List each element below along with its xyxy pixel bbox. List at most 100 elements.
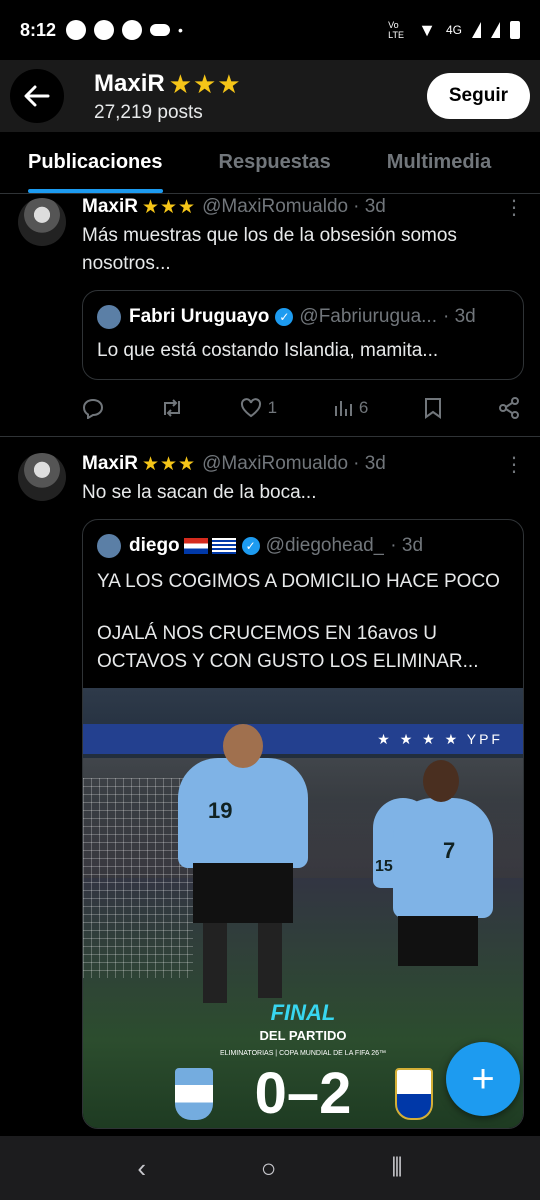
follow-button[interactable]: Seguir [426,73,530,119]
status-time: 8:12 [20,19,57,40]
verified-icon: ✓ [275,308,294,326]
shirt-number: 7 [443,838,456,863]
nav-back-icon[interactable]: ‹ [137,1153,146,1184]
facebook-icon [94,20,115,40]
avatar[interactable] [18,198,66,246]
quote-author-name: diego [129,535,180,556]
post-header: MaxiR ★★★ @MaxiRomualdo · 3d ⋮ [82,194,524,220]
post-header: MaxiR ★★★ @MaxiRomualdo · 3d ⋮ [82,451,524,477]
battery-icon [510,21,520,39]
player-head [423,760,459,802]
player-leg [258,923,282,998]
post[interactable]: MaxiR ★★★ @MaxiRomualdo · 3d ⋮ No se la … [0,437,540,1129]
share-icon [499,397,519,419]
back-button[interactable] [10,69,64,123]
timeline[interactable]: MaxiR ★★★ @MaxiRomualdo · 3d ⋮ Más muest… [0,194,540,1136]
shirt-number: 15 [375,858,393,875]
reply-icon [82,398,104,419]
final-sub-label: DEL PARTIDO [259,1028,347,1043]
post-actions: 1 6 [82,380,524,436]
quote-text: Lo que está costando Islandia, mamita... [97,340,439,361]
repost-icon [163,399,180,417]
nav-home-icon[interactable]: ○ [261,1153,277,1184]
share-button[interactable] [498,397,520,419]
star-icons: ★★★ [141,453,197,475]
quote-time: · 3d [390,535,424,556]
quote-author-handle: @diegohead_ [265,535,385,556]
heart-icon [240,398,261,418]
network-label: 4G [445,23,462,37]
uruguay-flag-icon [211,538,236,554]
more-icon[interactable]: ⋮ [504,195,524,220]
author-handle[interactable]: @MaxiRomualdo [202,196,348,218]
status-bar: 8:12 • Vo LTE ▼ 4G [0,0,540,60]
final-label: FINAL [270,1000,336,1025]
player-leg [203,923,227,1003]
avatar [97,305,121,329]
compose-button[interactable]: + [446,1042,520,1116]
signal-icon [491,22,500,38]
post[interactable]: MaxiR ★★★ @MaxiRomualdo · 3d ⋮ Más muest… [0,194,540,437]
notification-icons: • [66,20,183,40]
avatar [97,534,121,558]
author-handle[interactable]: @MaxiRomualdo [202,453,348,475]
system-nav-bar: ‹ ○ ⦀ [0,1136,540,1200]
uruguay-crest-icon [395,1068,433,1120]
player-head [223,724,263,768]
tab-respuestas[interactable]: Respuestas [191,132,359,193]
post-text: No se la sacan de la boca... [82,482,317,503]
bookmark-button[interactable] [424,397,442,419]
nav-recents-icon[interactable]: ⦀ [391,1152,402,1184]
shirt-number: 19 [208,798,233,823]
system-icons: Vo LTE ▼ 4G [388,20,520,41]
mask-icon [150,24,171,36]
volte-label: Vo LTE [388,20,404,40]
star-icons: ★★★ [141,196,197,218]
like-button[interactable]: 1 [240,398,277,418]
profile-tabs: Publicaciones Respuestas Multimedia [0,132,540,194]
dot-icon: • [178,22,183,38]
tab-publicaciones[interactable]: Publicaciones [0,132,191,193]
arrow-left-icon [24,85,50,107]
views-icon [334,401,352,416]
reply-button[interactable] [82,397,104,419]
post-text: Más muestras que los de la obsesión somo… [82,225,457,274]
quote-author-name: Fabri Uruguayo [129,306,270,327]
tab-multimedia[interactable]: Multimedia [359,132,519,193]
verified-icon: ✓ [241,537,260,555]
quoted-post[interactable]: diego ✓ @diegohead_ · 3d YA LOS COGIMOS … [82,519,524,1129]
post-count: 27,219 posts [94,101,203,123]
page-title: MaxiR ★★★ [94,69,242,100]
like-count: 1 [267,398,278,417]
stadium-banner: ★ ★ ★ ★ YPF [83,724,523,754]
quote-time: · 3d [442,306,476,327]
quote-text-line2: OJALÁ NOS CRUCEMOS EN 16avos U OCTAVOS Y… [97,623,479,672]
quoted-post[interactable]: Fabri Uruguayo ✓ @Fabriurugua... · 3d Lo… [82,290,524,380]
star-icons: ★★★ [168,68,242,99]
profile-header: MaxiR ★★★ 27,219 posts Seguir [0,60,540,132]
author-name[interactable]: MaxiR [82,453,138,475]
post-time: · 3d [353,453,386,474]
goal-net [83,778,193,978]
avatar[interactable] [18,453,66,501]
views-count: 6 [358,398,369,417]
player-right: 7 [393,798,493,918]
player-shorts [398,916,478,966]
more-icon[interactable]: ⋮ [504,452,524,477]
plus-icon: + [471,1056,495,1101]
title-block: MaxiR ★★★ 27,219 posts [94,69,242,124]
wifi-icon: ▼ [418,19,436,40]
bookmark-icon [425,398,442,419]
player-left: 19 [178,758,308,868]
quote-header: Fabri Uruguayo ✓ @Fabriurugua... · 3d [97,305,509,329]
views-button[interactable]: 6 [333,398,368,418]
quote-author-handle: @Fabriurugua... [299,306,437,327]
repost-button[interactable] [160,397,184,419]
argentina-crest-icon [175,1068,213,1120]
whatsapp-icon [66,20,87,40]
player-shorts [193,863,293,923]
post-time: · 3d [353,196,386,217]
quote-header: diego ✓ @diegohead_ · 3d [97,534,509,558]
author-name[interactable]: MaxiR [82,196,138,218]
signal-icon [472,22,481,38]
